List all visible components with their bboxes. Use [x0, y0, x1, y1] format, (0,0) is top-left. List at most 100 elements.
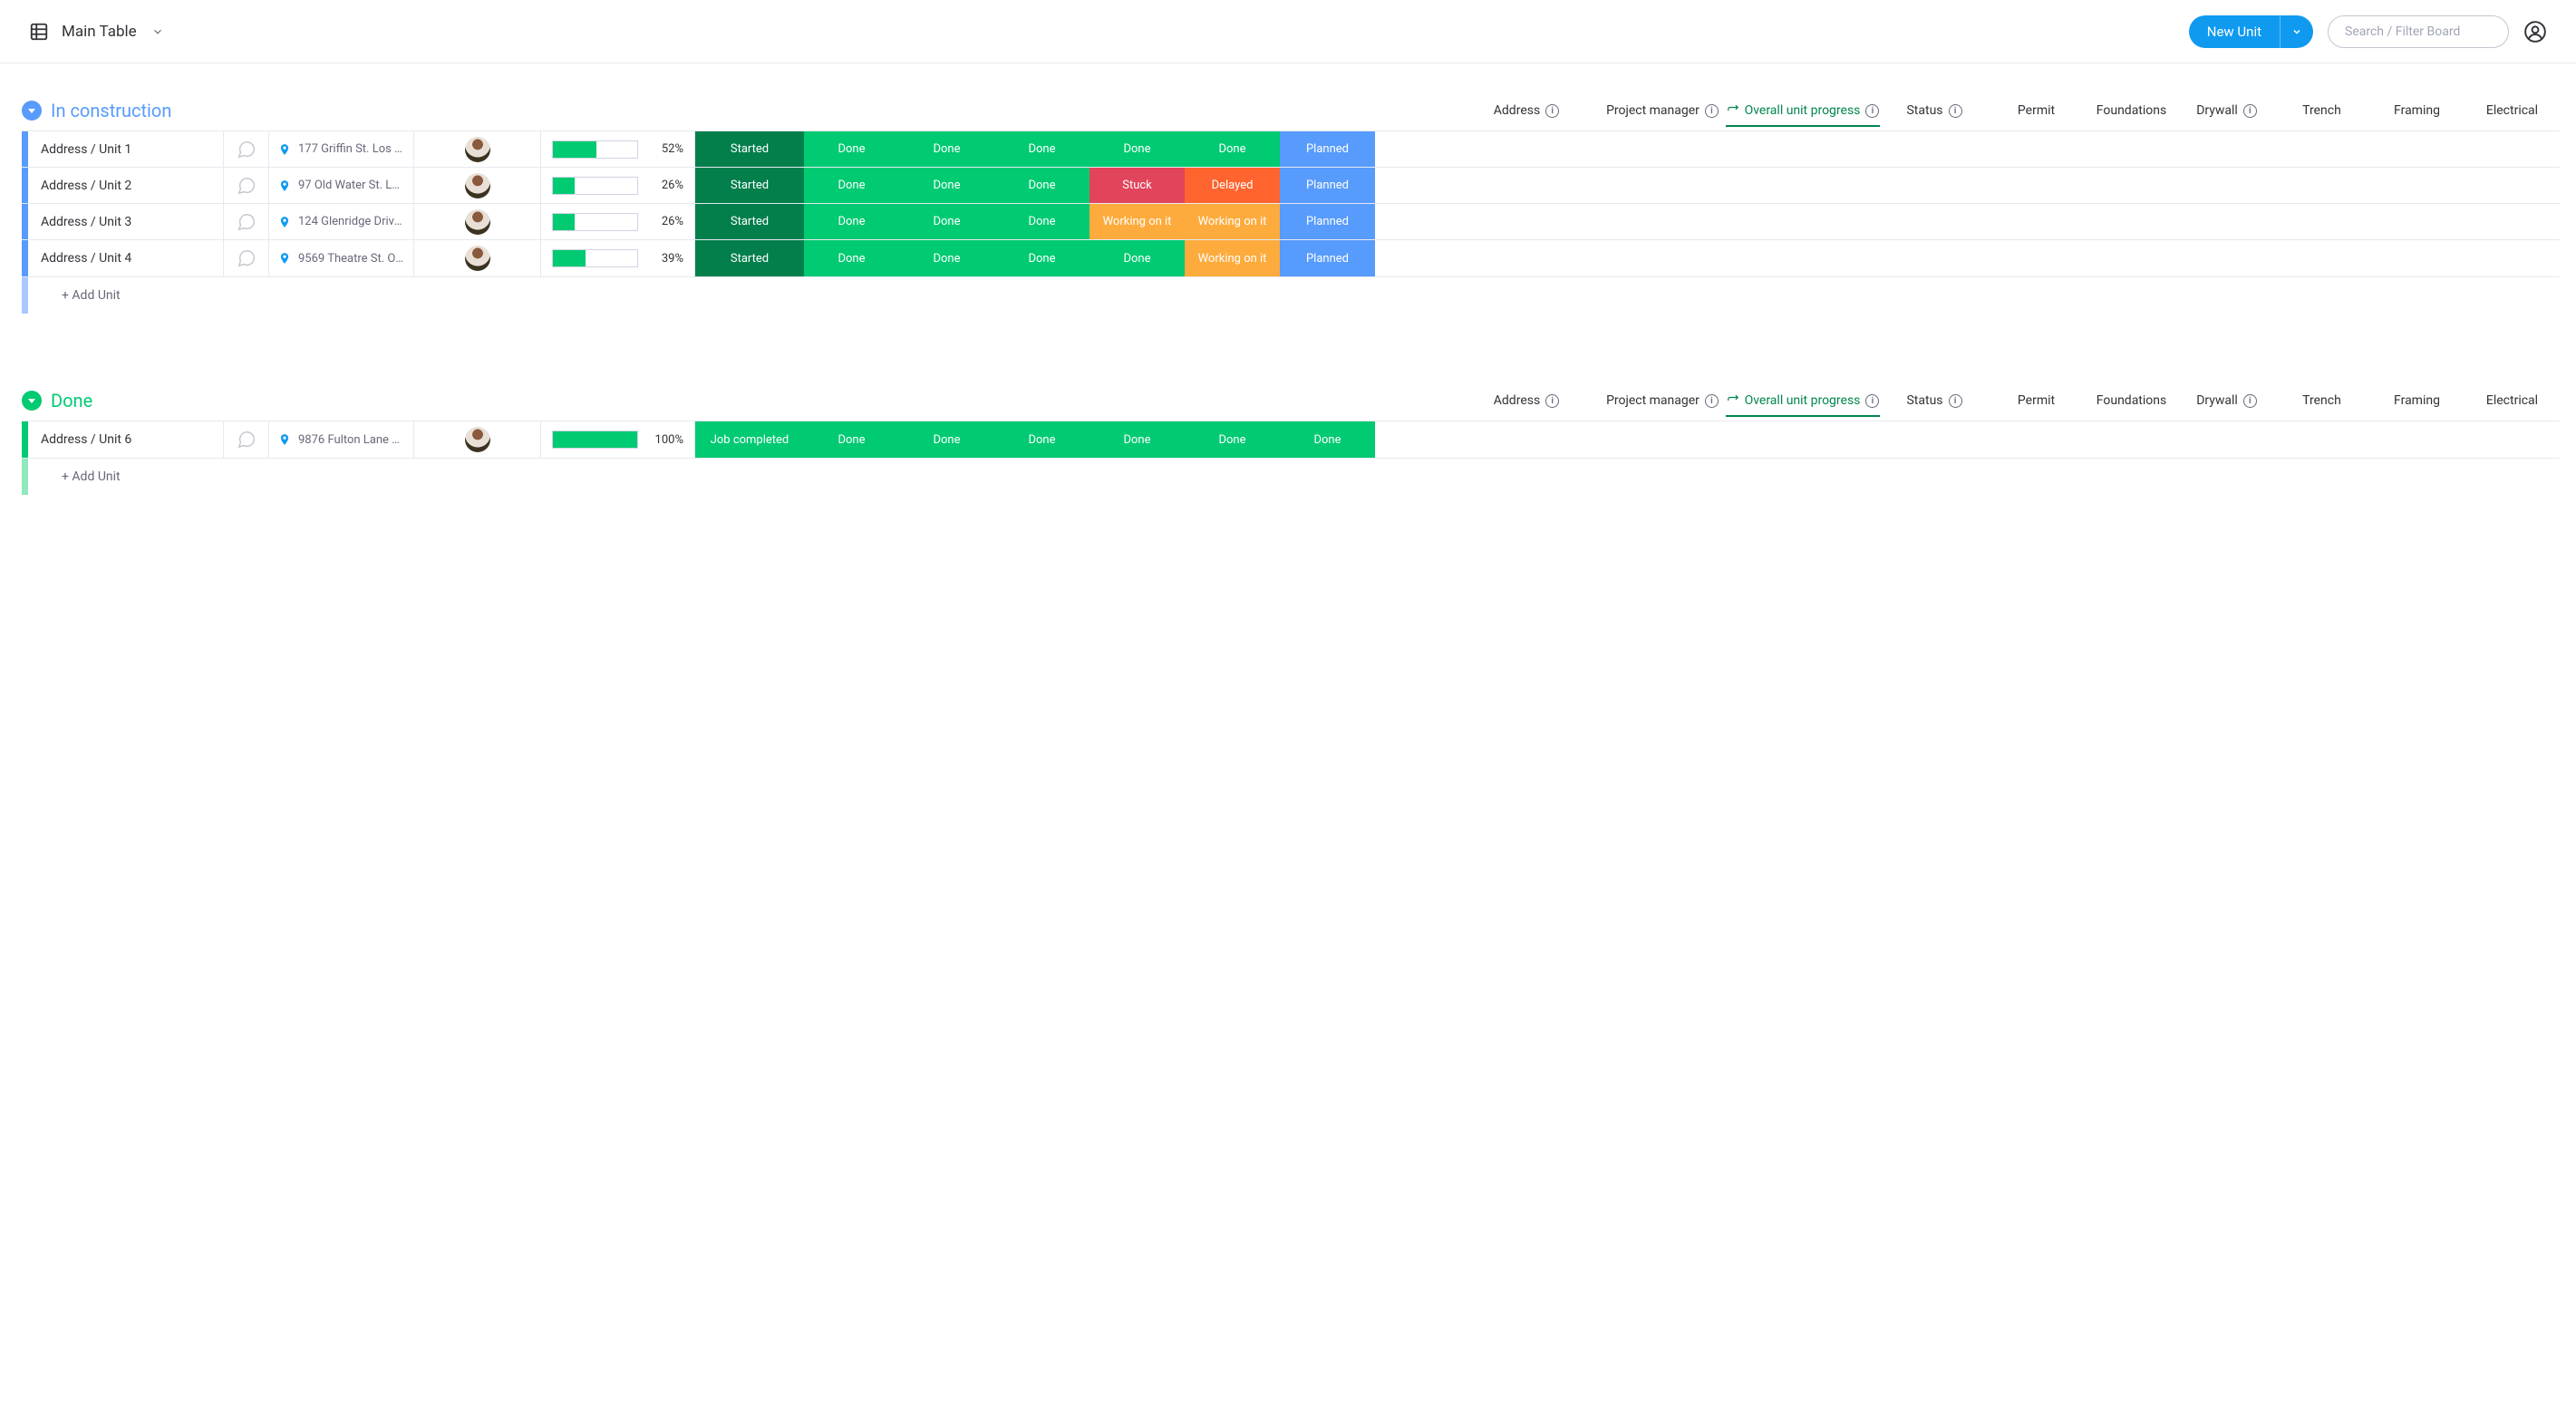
new-unit-label[interactable]: New Unit [2189, 15, 2280, 48]
address-cell[interactable]: 9876 Fulton Lane Sa... [269, 421, 414, 458]
unit-name-cell[interactable]: Address / Unit 6 [28, 421, 224, 458]
status-cell[interactable]: Job completed [695, 421, 804, 458]
new-unit-dropdown[interactable] [2280, 15, 2313, 48]
stage-cell-electrical[interactable]: Planned [1280, 204, 1375, 239]
stage-cell-trench[interactable]: Working on it [1089, 204, 1185, 239]
status-cell[interactable]: Started [695, 204, 804, 239]
address-cell[interactable]: 177 Griffin St. Los An... [269, 131, 414, 167]
comment-button[interactable] [224, 131, 269, 167]
column-header-trench[interactable]: Trench [2274, 103, 2369, 118]
column-header-address[interactable]: Addressi [1454, 393, 1599, 408]
column-header-progress[interactable]: Overall unit progressi [1726, 393, 1880, 408]
unit-name-cell[interactable]: Address / Unit 2 [28, 168, 224, 203]
stage-cell-electrical[interactable]: Planned [1280, 131, 1375, 167]
column-header-trench[interactable]: Trench [2274, 393, 2369, 408]
stage-cell-drywall[interactable]: Done [994, 421, 1089, 458]
avatar [465, 137, 490, 162]
unit-name-cell[interactable]: Address / Unit 3 [28, 204, 224, 239]
view-title: Main Table [62, 23, 137, 41]
user-icon[interactable] [2523, 20, 2547, 44]
column-header-pm[interactable]: Project manageri [1599, 103, 1726, 118]
group-toggle[interactable]: In construction [22, 100, 171, 121]
project-manager-cell[interactable] [414, 240, 541, 276]
status-cell[interactable]: Started [695, 240, 804, 276]
column-header-framing[interactable]: Framing [2369, 103, 2465, 118]
stage-cell-foundations[interactable]: Done [899, 421, 994, 458]
stage-cell-drywall[interactable]: Done [994, 168, 1089, 203]
stage-cell-framing[interactable]: Working on it [1185, 240, 1280, 276]
project-manager-cell[interactable] [414, 168, 541, 203]
stage-cell-framing[interactable]: Working on it [1185, 204, 1280, 239]
comment-button[interactable] [224, 168, 269, 203]
column-header-foundations[interactable]: Foundations [2084, 103, 2179, 118]
column-header-progress[interactable]: Overall unit progressi [1726, 103, 1880, 118]
address-cell[interactable]: 97 Old Water St. Los ... [269, 168, 414, 203]
new-unit-button[interactable]: New Unit [2189, 15, 2313, 48]
stage-cell-trench[interactable]: Done [1089, 421, 1185, 458]
column-header-electrical[interactable]: Electrical [2465, 103, 2560, 118]
chevron-down-icon[interactable] [151, 25, 164, 38]
group-toggle[interactable]: Done [22, 390, 92, 411]
stage-cell-trench[interactable]: Stuck [1089, 168, 1185, 203]
add-unit-row[interactable]: + Add Unit [28, 459, 121, 495]
stage-cell-drywall[interactable]: Done [994, 131, 1089, 167]
stage-cell-permit[interactable]: Done [804, 240, 899, 276]
comment-button[interactable] [224, 204, 269, 239]
stage-cell-permit[interactable]: Done [804, 168, 899, 203]
table-row: Address / Unit 3 124 Glenridge Drive ...… [22, 204, 2560, 240]
column-header-status[interactable]: Statusi [1880, 393, 1989, 408]
project-manager-cell[interactable] [414, 131, 541, 167]
stage-cell-framing[interactable]: Done [1185, 421, 1280, 458]
stage-cell-trench[interactable]: Done [1089, 240, 1185, 276]
column-header-permit[interactable]: Permit [1989, 393, 2084, 408]
stage-cell-electrical[interactable]: Planned [1280, 168, 1375, 203]
stage-cell-drywall[interactable]: Done [994, 204, 1089, 239]
stage-cell-framing[interactable]: Done [1185, 131, 1280, 167]
stage-cell-permit[interactable]: Done [804, 131, 899, 167]
stage-cell-foundations[interactable]: Done [899, 240, 994, 276]
progress-cell[interactable]: 26% [541, 168, 695, 203]
topbar: Main Table New Unit [0, 0, 2576, 63]
stage-cell-foundations[interactable]: Done [899, 131, 994, 167]
progress-cell[interactable]: 26% [541, 204, 695, 239]
column-header-permit[interactable]: Permit [1989, 103, 2084, 118]
column-header-framing[interactable]: Framing [2369, 393, 2465, 408]
group-in_construction: In construction AddressiProject manageri… [22, 100, 2560, 314]
column-header-drywall[interactable]: Drywalli [2179, 393, 2274, 408]
address-cell[interactable]: 124 Glenridge Drive ... [269, 204, 414, 239]
column-header-drywall[interactable]: Drywalli [2179, 103, 2274, 118]
column-header-status[interactable]: Statusi [1880, 103, 1989, 118]
comment-button[interactable] [224, 240, 269, 276]
group-title: Done [51, 390, 92, 411]
stage-cell-drywall[interactable]: Done [994, 240, 1089, 276]
progress-cell[interactable]: 52% [541, 131, 695, 167]
stage-cell-permit[interactable]: Done [804, 204, 899, 239]
add-unit-row[interactable]: + Add Unit [28, 277, 121, 314]
project-manager-cell[interactable] [414, 421, 541, 458]
unit-name-cell[interactable]: Address / Unit 1 [28, 131, 224, 167]
search-input[interactable] [2328, 15, 2509, 48]
table-row: Address / Unit 4 9569 Theatre St. Oce...… [22, 240, 2560, 276]
stage-cell-trench[interactable]: Done [1089, 131, 1185, 167]
column-header-address[interactable]: Addressi [1454, 103, 1599, 118]
stage-cell-framing[interactable]: Delayed [1185, 168, 1280, 203]
progress-cell[interactable]: 39% [541, 240, 695, 276]
stage-cell-electrical[interactable]: Done [1280, 421, 1375, 458]
unit-name-cell[interactable]: Address / Unit 4 [28, 240, 224, 276]
stage-cell-permit[interactable]: Done [804, 421, 899, 458]
caret-down-icon [22, 101, 42, 121]
view-switcher[interactable]: Main Table [29, 22, 164, 42]
column-header-electrical[interactable]: Electrical [2465, 393, 2560, 408]
status-cell[interactable]: Started [695, 131, 804, 167]
status-cell[interactable]: Started [695, 168, 804, 203]
progress-cell[interactable]: 100% [541, 421, 695, 458]
stage-cell-foundations[interactable]: Done [899, 204, 994, 239]
comment-button[interactable] [224, 421, 269, 458]
address-cell[interactable]: 9569 Theatre St. Oce... [269, 240, 414, 276]
stage-cell-electrical[interactable]: Planned [1280, 240, 1375, 276]
project-manager-cell[interactable] [414, 204, 541, 239]
column-header-pm[interactable]: Project manageri [1599, 393, 1726, 408]
stage-cell-foundations[interactable]: Done [899, 168, 994, 203]
column-header-foundations[interactable]: Foundations [2084, 393, 2179, 408]
table-icon [29, 22, 49, 42]
